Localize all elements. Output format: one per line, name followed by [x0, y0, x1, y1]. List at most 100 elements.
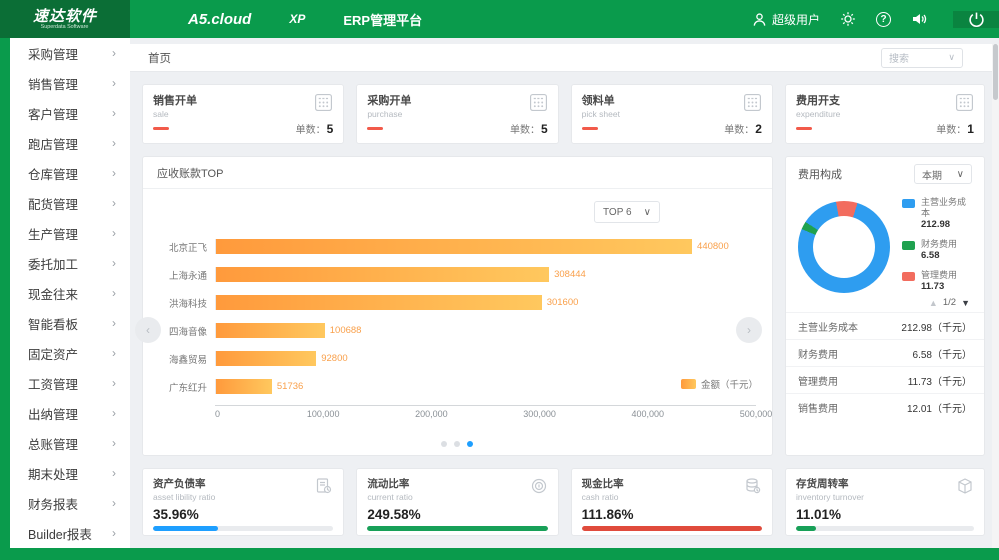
stat-card-0[interactable]: 销售开单sale单数：5: [142, 84, 344, 144]
search-select[interactable]: 搜索 ∨: [881, 48, 963, 68]
expense-row-2: 管理费用11.73（千元）: [786, 366, 984, 393]
help-icon[interactable]: ?: [876, 12, 891, 27]
kpi-card-2: 现金比率cash ratio111.86%: [571, 468, 773, 536]
sidebar-item-8[interactable]: 现金往来›: [10, 278, 130, 308]
period-select[interactable]: 本期 ∨: [914, 164, 972, 184]
chevron-right-icon: ›: [112, 256, 116, 270]
pager-down-icon[interactable]: ▼: [961, 298, 970, 308]
stat-card-subtitle: pick sheet: [582, 109, 762, 119]
tabbar: 首页 搜索 ∨: [130, 44, 999, 72]
sidebar-item-10[interactable]: 固定资产›: [10, 338, 130, 368]
stat-card-count: 单数：2: [724, 121, 762, 136]
sidebar-item-6[interactable]: 生产管理›: [10, 218, 130, 248]
carousel-prev-button[interactable]: ‹: [135, 317, 161, 343]
bar[interactable]: [216, 239, 692, 254]
product-name[interactable]: A5.cloud: [188, 11, 251, 28]
sidebar-item-0[interactable]: 采购管理›: [10, 38, 130, 68]
sidebar-item-2[interactable]: 客户管理›: [10, 98, 130, 128]
app-logo[interactable]: 速达软件 Superdata Software: [0, 0, 130, 38]
expense-panel-header: 费用构成 本期 ∨: [786, 157, 984, 191]
sidebar-item-15[interactable]: 财务报表›: [10, 488, 130, 518]
kpi-progress-track: [153, 526, 333, 531]
user-menu[interactable]: 超级用户: [752, 11, 820, 28]
coin-icon: [530, 477, 548, 500]
x-axis: 0100,000200,000300,000400,000500,000: [215, 405, 756, 421]
kpi-card-0: 资产负债率asset libility ratio35.96%: [142, 468, 344, 536]
stat-card-subtitle: expenditure: [796, 109, 974, 119]
announcement-horn-icon[interactable]: [911, 11, 927, 27]
bar[interactable]: [216, 267, 549, 282]
sidebar-item-label: 固定资产: [28, 344, 78, 363]
legend-name: 主营业务成本: [921, 197, 974, 219]
tab-home[interactable]: 首页: [148, 50, 171, 66]
bar-category-label: 海鑫贸易: [157, 352, 215, 366]
sidebar-item-11[interactable]: 工资管理›: [10, 368, 130, 398]
kpi-progress-fill: [153, 526, 218, 531]
chevron-right-icon: ›: [112, 496, 116, 510]
sidebar-item-5[interactable]: 配货管理›: [10, 188, 130, 218]
platform-title[interactable]: ERP管理平台: [343, 10, 422, 29]
bar[interactable]: [216, 295, 542, 310]
kpi-card-1: 流动比率current ratio249.58%: [356, 468, 558, 536]
report-icon: [315, 477, 333, 500]
carousel-dot-2[interactable]: [467, 441, 473, 447]
sidebar-item-1[interactable]: 销售管理›: [10, 68, 130, 98]
sidebar-item-4[interactable]: 仓库管理›: [10, 158, 130, 188]
expense-name: 财务费用: [798, 346, 838, 361]
pager-up-icon[interactable]: ▲: [929, 298, 938, 308]
kpi-progress-track: [367, 526, 547, 531]
bar-category-label: 四海音像: [157, 324, 215, 338]
main-area: 首页 搜索 ∨ 销售开单sale单数：5采购开单purchase单数：5领料单p…: [130, 38, 999, 548]
sidebar-item-14[interactable]: 期末处理›: [10, 458, 130, 488]
donut-legend-item-2[interactable]: 管理费用11.73: [902, 270, 974, 292]
bar-row-4: 海鑫贸易92800: [157, 349, 756, 368]
stat-card-3[interactable]: 费用开支expenditure单数：1: [785, 84, 985, 144]
bar[interactable]: [216, 323, 325, 338]
bar-chart: 北京正飞440800上海永通308444洪海科技301600四海音像100688…: [157, 237, 756, 396]
stat-card-count: 单数：5: [296, 121, 334, 136]
sidebar-item-9[interactable]: 智能看板›: [10, 308, 130, 338]
header-actions: 超级用户 ?: [752, 0, 999, 38]
topn-value: TOP 6: [603, 207, 632, 218]
sidebar-item-12[interactable]: 出纳管理›: [10, 398, 130, 428]
x-axis-tick: 200,000: [415, 409, 448, 419]
sidebar-item-3[interactable]: 跑店管理›: [10, 128, 130, 158]
chevron-right-icon: ›: [112, 76, 116, 90]
stat-card-1[interactable]: 采购开单purchase单数：5: [356, 84, 558, 144]
expense-name: 管理费用: [798, 373, 838, 388]
scrollbar-thumb[interactable]: [993, 44, 998, 100]
kpi-progress-fill: [796, 526, 816, 531]
chevron-down-icon: ∨: [957, 169, 964, 180]
donut-legend-item-0[interactable]: 主营业务成本212.98: [902, 197, 974, 230]
carousel-next-button[interactable]: ›: [736, 317, 762, 343]
donut-legend-item-1[interactable]: 财务费用6.58: [902, 239, 974, 261]
stat-card-2[interactable]: 领料单pick sheet单数：2: [571, 84, 773, 144]
sidebar-item-7[interactable]: 委托加工›: [10, 248, 130, 278]
bar[interactable]: [216, 379, 272, 394]
calculator-icon: [529, 93, 548, 117]
receivables-chart-panel: 应收账款TOP TOP 6 ∨ 北京正飞440800上海永通308444洪海科技…: [142, 156, 773, 456]
legend-value: 6.58: [921, 250, 957, 261]
sidebar-item-16[interactable]: Builder报表›: [10, 518, 130, 548]
carousel-dot-0[interactable]: [441, 441, 447, 447]
kpi-progress-fill: [367, 526, 547, 531]
edition-label[interactable]: XP: [289, 12, 305, 26]
sidebar-item-13[interactable]: 总账管理›: [10, 428, 130, 458]
bar-row-5: 广东红升51736: [157, 377, 756, 396]
legend-value: 212.98: [921, 219, 974, 230]
topn-select[interactable]: TOP 6 ∨: [594, 201, 660, 223]
carousel-dot-1[interactable]: [454, 441, 460, 447]
sidebar-item-label: 出纳管理: [28, 404, 78, 423]
sidebar-item-label: 仓库管理: [28, 164, 78, 183]
sidebar-item-label: 总账管理: [28, 434, 78, 453]
legend-name: 财务费用: [921, 239, 957, 250]
expense-list: 主营业务成本212.98（千元）财务费用6.58（千元）管理费用11.73（千元…: [786, 312, 984, 420]
legend-swatch: [681, 379, 696, 389]
donut-legend: 主营业务成本212.98 财务费用6.58 管理费用11.73: [890, 197, 974, 293]
logout-power-button[interactable]: [953, 11, 999, 28]
sidebar-item-label: 工资管理: [28, 374, 78, 393]
kpi-title: 资产负债率: [153, 476, 333, 491]
bar[interactable]: [216, 351, 316, 366]
settings-gear-icon[interactable]: [840, 11, 856, 27]
kpi-subtitle: cash ratio: [582, 492, 762, 502]
